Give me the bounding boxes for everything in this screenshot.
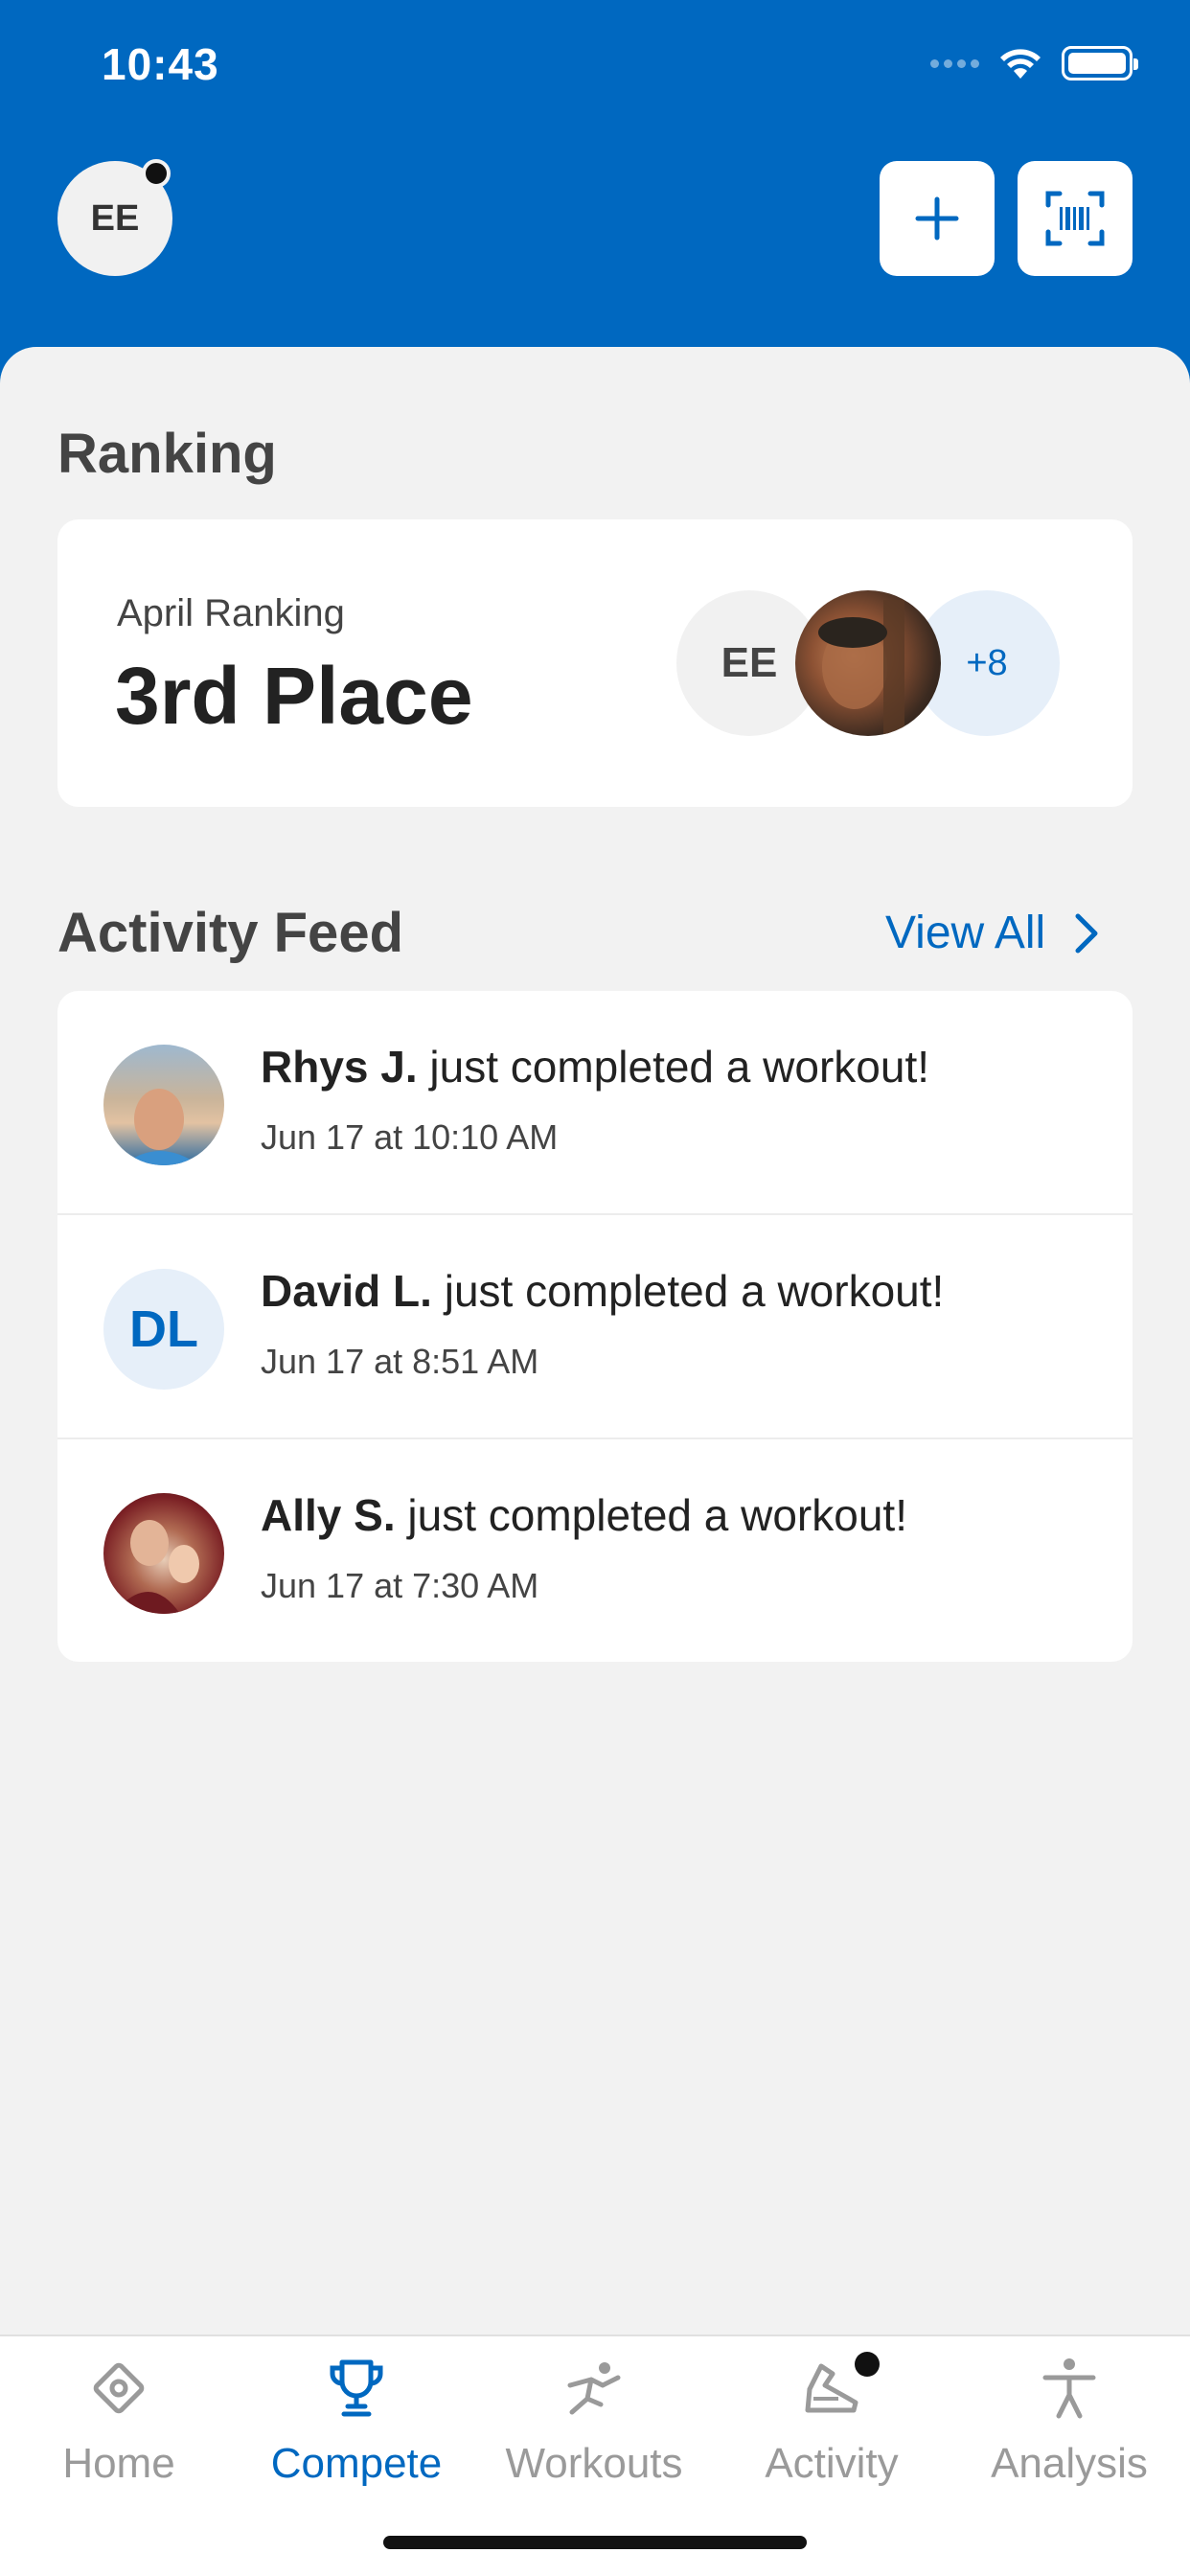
feed-item[interactable]: Rhys J. just completed a workout! Jun 17…	[57, 991, 1133, 1215]
tab-label: Compete	[270, 2440, 443, 2487]
avatar-photo	[103, 1045, 224, 1165]
avatar-photo	[103, 1493, 224, 1614]
app-header: 10:43 EE	[0, 0, 1190, 383]
feed-item-text: Rhys J. just completed a workout!	[261, 1042, 930, 1092]
status-icons	[930, 46, 1138, 80]
activity-feed-title: Activity Feed	[57, 902, 403, 964]
plus-icon	[915, 196, 959, 241]
avatar-photo	[795, 590, 941, 736]
home-icon	[84, 2354, 153, 2423]
wifi-icon	[1000, 49, 1041, 79]
tab-compete[interactable]: Compete	[241, 2354, 471, 2497]
status-time: 10:43	[102, 39, 219, 89]
chevron-right-icon	[1075, 913, 1098, 953]
feed-item-time: Jun 17 at 10:10 AM	[261, 1117, 559, 1157]
view-all-link[interactable]: View All	[885, 907, 1099, 959]
ranking-value: 3rd Place	[115, 651, 473, 741]
feed-item-name: Rhys J.	[261, 1042, 418, 1092]
feed-item[interactable]: Ally S. just completed a workout! Jun 17…	[57, 1439, 1133, 1662]
view-all-label: View All	[885, 908, 1046, 958]
activity-badge	[855, 2352, 880, 2377]
tab-label: Workouts	[505, 2440, 683, 2487]
feed-item-name: David L.	[261, 1266, 432, 1316]
analysis-icon	[1035, 2354, 1104, 2423]
feed-item-name: Ally S.	[261, 1490, 396, 1540]
battery-icon	[1062, 46, 1138, 80]
avatar-initials: DL	[103, 1269, 224, 1390]
tab-analysis[interactable]: Analysis	[954, 2354, 1184, 2497]
home-indicator	[383, 2536, 807, 2549]
tab-workouts[interactable]: Workouts	[479, 2354, 709, 2497]
ranking-card[interactable]: April Ranking 3rd Place EE +8	[57, 519, 1133, 807]
feed-item-time: Jun 17 at 8:51 AM	[261, 1342, 539, 1381]
feed-item[interactable]: DL David L. just completed a workout! Ju…	[57, 1215, 1133, 1439]
activity-icon	[797, 2352, 880, 2423]
tab-home[interactable]: Home	[4, 2354, 234, 2497]
participant-avatars: EE +8	[676, 590, 1060, 736]
tab-label: Home	[62, 2440, 175, 2487]
tab-label: Analysis	[991, 2440, 1148, 2487]
trophy-icon	[322, 2354, 391, 2423]
notification-dot	[142, 159, 171, 188]
ranking-label: April Ranking	[117, 592, 345, 634]
barcode-scan-icon	[1045, 191, 1105, 246]
activity-feed-list: Rhys J. just completed a workout! Jun 17…	[57, 991, 1133, 1662]
workouts-icon	[560, 2354, 629, 2423]
scan-barcode-button[interactable]	[1018, 161, 1133, 276]
tab-label: Activity	[765, 2440, 899, 2487]
ranking-section-title: Ranking	[57, 423, 277, 485]
cellular-signal-icon	[930, 58, 979, 68]
tab-activity[interactable]: Activity	[717, 2352, 947, 2497]
feed-item-time: Jun 17 at 7:30 AM	[261, 1566, 539, 1605]
feed-item-text: David L. just completed a workout!	[261, 1266, 945, 1316]
add-button[interactable]	[880, 161, 995, 276]
feed-item-text: Ally S. just completed a workout!	[261, 1490, 907, 1540]
